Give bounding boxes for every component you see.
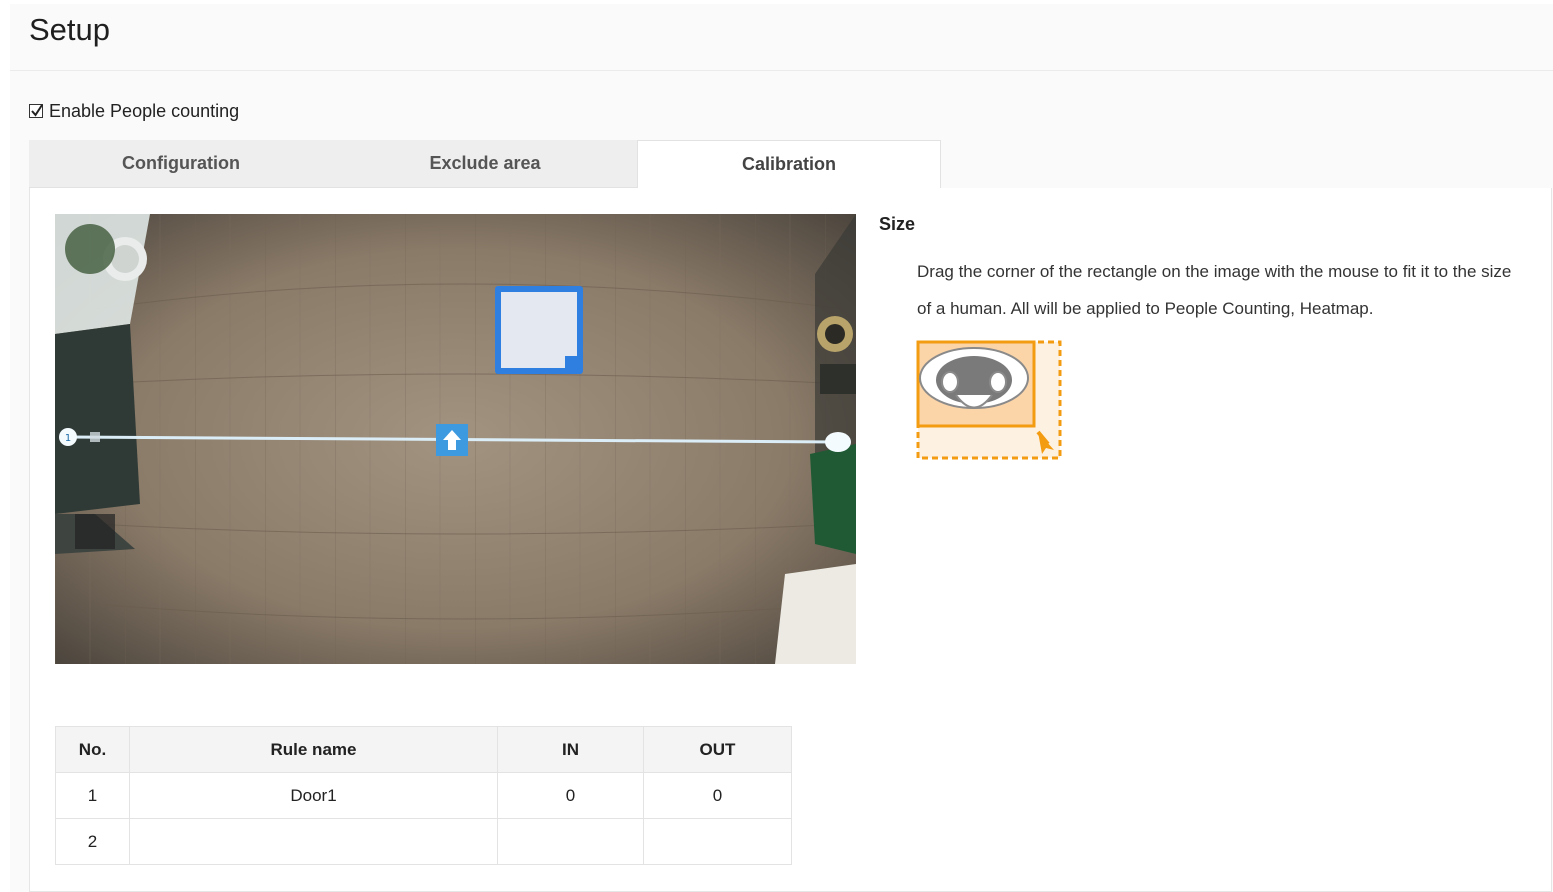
calibration-size-rectangle[interactable]	[495, 286, 583, 374]
line-end-handle[interactable]	[825, 432, 851, 452]
cell-rule-name	[129, 818, 498, 865]
header-in: IN	[497, 726, 644, 773]
camera-image: 1	[55, 214, 856, 664]
size-section-description: Drag the corner of the rectangle on the …	[917, 262, 1512, 318]
line-number-badge: 1	[65, 433, 71, 444]
cell-no: 1	[55, 772, 130, 819]
header-no: No.	[55, 726, 130, 773]
cell-out	[643, 818, 792, 865]
table-header-row: No. Rule name IN OUT	[55, 726, 792, 773]
tab-exclude-area[interactable]: Exclude area	[333, 140, 637, 188]
enable-people-counting-checkbox[interactable]	[29, 104, 43, 118]
cell-in: 0	[497, 772, 644, 819]
direction-arrow-icon[interactable]	[436, 424, 468, 456]
tab-bar: Configuration Exclude area Calibration	[29, 140, 941, 188]
cell-no: 2	[55, 818, 130, 865]
table-row[interactable]: 1 Door1 0 0	[55, 772, 792, 819]
rules-table: No. Rule name IN OUT 1 Door1 0 0 2	[55, 726, 792, 865]
tab-calibration[interactable]: Calibration	[637, 140, 941, 188]
checkmark-icon	[31, 104, 43, 117]
title-divider	[10, 70, 1553, 71]
enable-people-counting-row[interactable]: Enable People counting	[29, 100, 239, 122]
size-calibration-illustration	[916, 340, 1064, 464]
size-section-title: Size	[879, 214, 916, 234]
cell-out: 0	[643, 772, 792, 819]
cell-rule-name: Door1	[129, 772, 498, 819]
camera-view[interactable]: 1	[55, 214, 856, 664]
enable-people-counting-label: Enable People counting	[49, 100, 240, 121]
page-title: Setup	[29, 12, 111, 47]
header-out: OUT	[643, 726, 792, 773]
table-row[interactable]: 2	[55, 818, 792, 865]
header-rule-name: Rule name	[129, 726, 498, 773]
tab-configuration[interactable]: Configuration	[29, 140, 333, 188]
cell-in	[497, 818, 644, 865]
